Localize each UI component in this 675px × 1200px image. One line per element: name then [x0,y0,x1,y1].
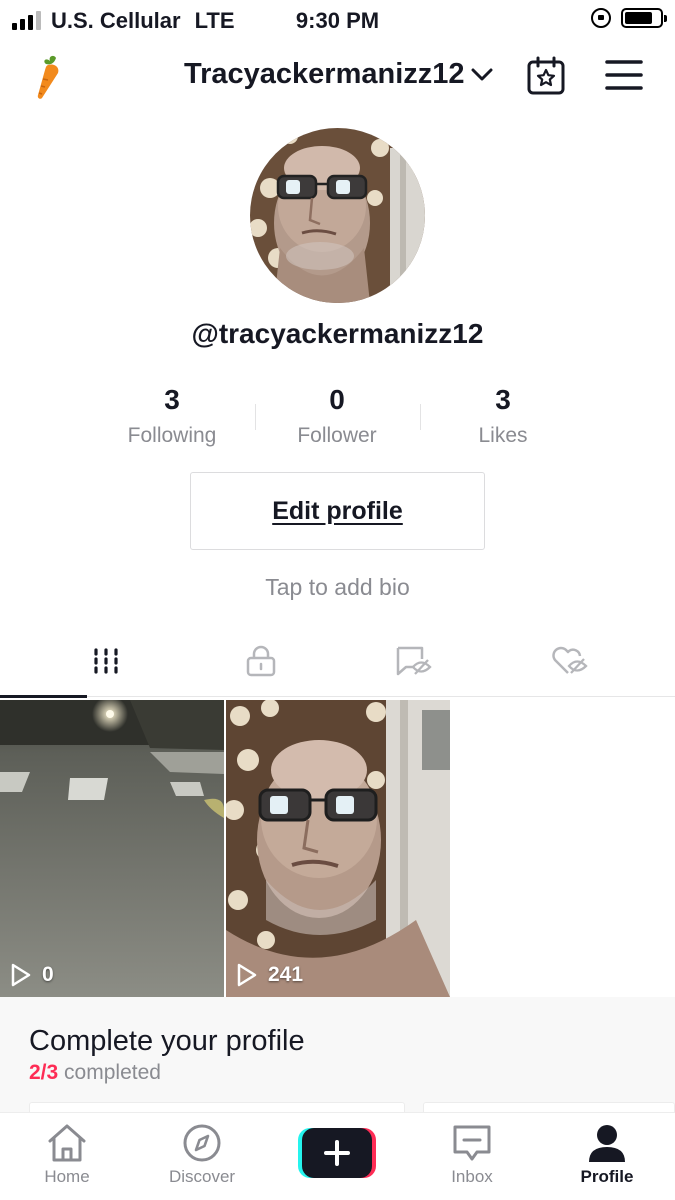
add-bio-link[interactable]: Tap to add bio [0,574,675,601]
selfie-thumbnail [226,700,450,997]
view-count: 0 [10,963,54,987]
view-count-value: 0 [42,963,54,986]
carrot-icon[interactable] [34,54,68,100]
play-icon [237,963,257,987]
video-thumbnail[interactable]: 241 [226,700,450,997]
account-switcher[interactable]: Tracyackermanizz12 [184,58,493,91]
nav-discover-label: Discover [168,1167,236,1186]
tab-private[interactable] [177,625,345,697]
complete-profile-title: Complete your profile [29,1025,305,1057]
stat-follower[interactable]: 0 Follower [252,384,422,448]
complete-profile-panel: Complete your profile 2/3 completed [0,997,675,1122]
nav-profile-label: Profile [580,1167,634,1186]
tagged-hidden-icon [396,646,432,676]
calendar-star-icon[interactable] [526,56,566,96]
stat-likes-count: 3 [495,384,511,415]
progress-suffix: completed [64,1061,161,1084]
nav-inbox[interactable]: Inbox [412,1123,532,1187]
lock-icon [246,645,276,677]
nav-discover[interactable]: Discover [142,1123,262,1187]
nav-home[interactable]: Home [7,1123,127,1187]
view-count-value: 241 [268,963,304,986]
complete-profile-progress: 2/3 completed [29,1061,161,1085]
rotation-lock-icon [591,8,611,28]
edit-profile-button[interactable]: Edit profile [190,472,485,550]
liked-hidden-icon [552,646,588,674]
stat-likes[interactable]: 3 Likes [418,384,588,448]
clock: 9:30 PM [295,8,380,33]
nav-inbox-label: Inbox [451,1167,493,1186]
stat-follower-label: Follower [297,424,377,447]
plus-icon [302,1128,372,1178]
compass-icon [183,1124,221,1162]
stat-follower-count: 0 [329,384,345,415]
nav-home-label: Home [44,1167,90,1186]
header-username: Tracyackermanizz12 [184,58,465,90]
battery-fill [625,12,653,24]
chevron-down-icon [471,68,493,80]
content-tabs [0,625,675,698]
menu-icon[interactable] [605,58,643,92]
profile-handle: @tracyackermanizz12 [191,318,484,349]
tab-videos[interactable] [0,625,190,698]
create-video-button[interactable] [298,1128,376,1178]
stat-following[interactable]: 3 Following [87,384,257,448]
progress-count: 2/3 [29,1061,59,1084]
avatar[interactable] [250,128,425,303]
play-icon [11,963,31,987]
night-road-thumbnail [0,700,224,997]
profile-header: Tracyackermanizz12 [0,40,675,112]
profile-stats: 3 Following 0 Follower 3 Likes [0,384,675,454]
status-right [591,8,667,28]
profile-icon [589,1125,625,1162]
stat-likes-label: Likes [478,424,528,447]
stat-following-label: Following [127,424,217,447]
inbox-icon [453,1125,491,1161]
tab-tagged[interactable] [330,625,498,697]
status-bar: U.S. Cellular LTE 9:30 PM [0,0,675,40]
battery-icon [621,8,667,28]
view-count: 241 [236,963,303,987]
nav-profile[interactable]: Profile [547,1123,667,1187]
grid-icon [94,648,118,674]
tab-liked[interactable] [486,625,654,697]
video-thumbnail[interactable]: 0 [0,700,224,997]
home-icon [48,1124,86,1162]
bottom-nav: Home Discover Inbox Profile [0,1112,675,1200]
stat-following-count: 3 [164,384,180,415]
